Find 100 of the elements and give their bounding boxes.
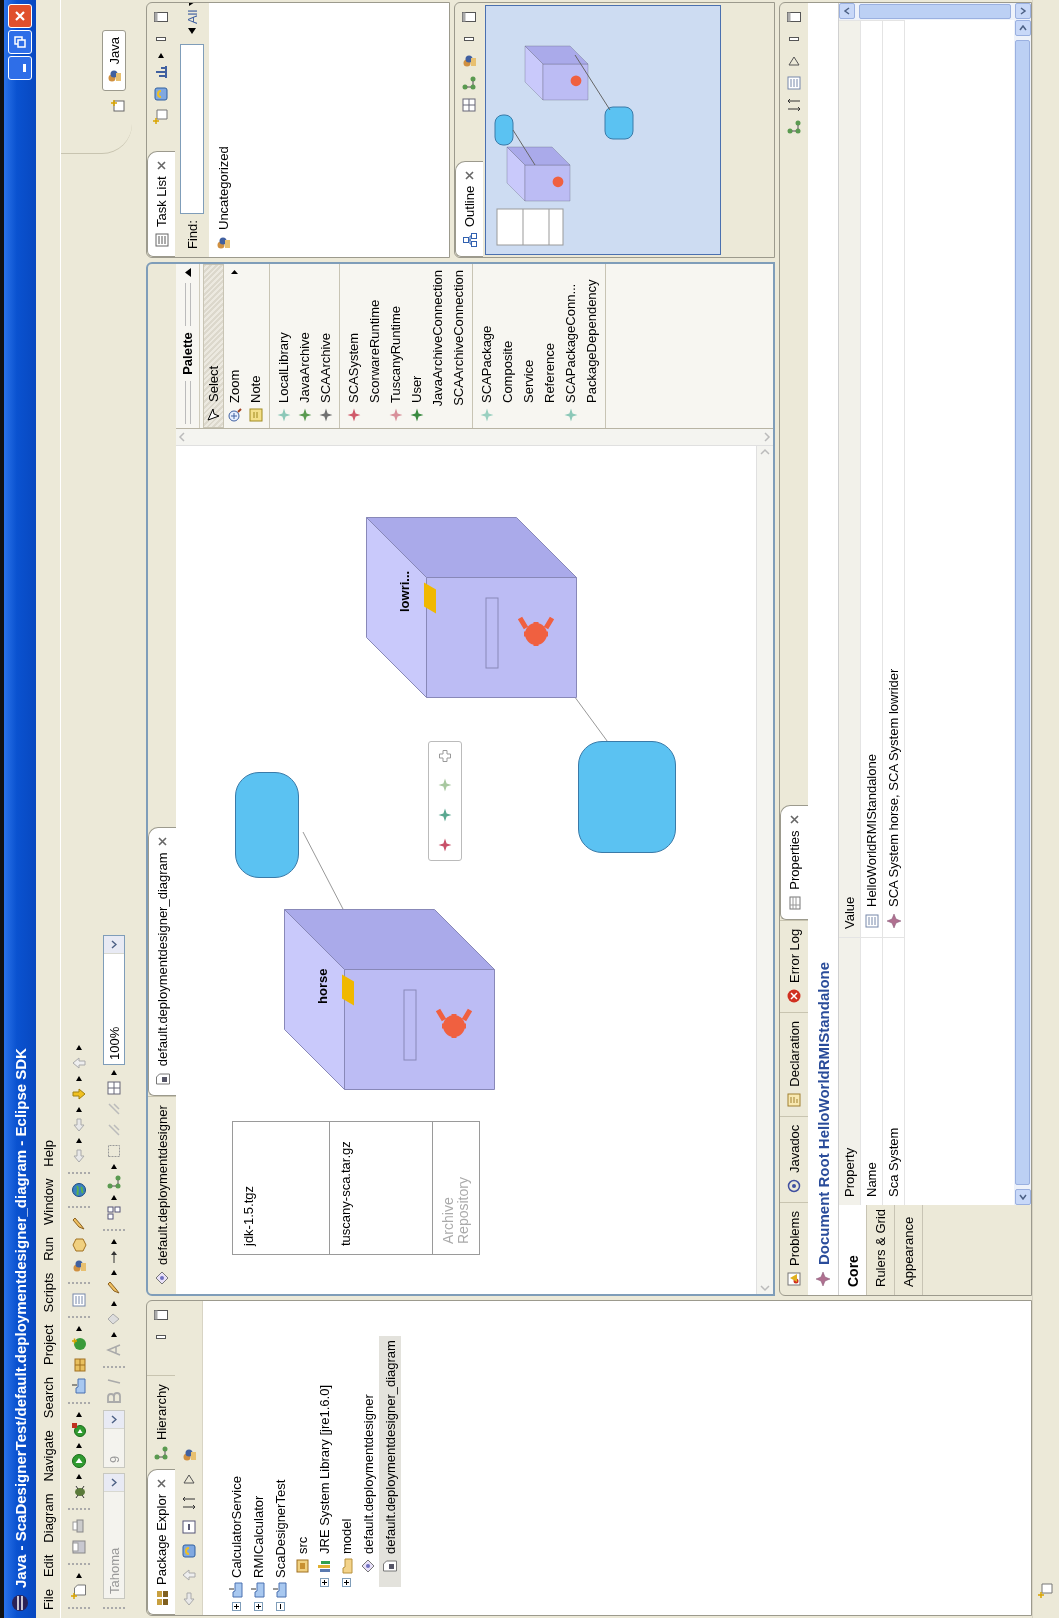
globe-icon[interactable] (70, 1182, 87, 1198)
filter-icon[interactable] (153, 64, 169, 80)
view-tab[interactable]: Task List (147, 151, 175, 257)
filter-dropdown[interactable]: All (182, 2, 202, 39)
column-header[interactable]: Value (839, 20, 861, 937)
caret-icon[interactable] (157, 53, 165, 58)
caret-icon[interactable] (74, 1412, 83, 1417)
restore-button[interactable] (8, 30, 32, 54)
tree-item[interactable]: default.deploymentdesigner (357, 1390, 379, 1587)
new-project-icon[interactable] (70, 1378, 87, 1394)
people-icon[interactable] (461, 53, 477, 69)
caret-icon[interactable] (110, 1332, 119, 1337)
caret-icon[interactable] (110, 1070, 119, 1075)
overview-icon[interactable] (461, 97, 477, 113)
tree-item[interactable]: src (291, 1532, 313, 1587)
caret-icon[interactable] (74, 1076, 83, 1081)
caret-icon[interactable] (74, 1443, 83, 1448)
palette-item[interactable]: ScorwareRuntime (364, 265, 385, 428)
line-color-icon[interactable] (106, 1280, 123, 1296)
palette-item[interactable]: Note (245, 265, 266, 428)
caret-icon[interactable] (74, 1107, 83, 1112)
section-tab[interactable]: Appearance (895, 1205, 923, 1291)
menu-item[interactable]: Diagram (38, 1487, 58, 1549)
tree-icon[interactable] (786, 119, 802, 135)
tree-item[interactable]: RMICalculator (247, 1491, 269, 1611)
caret-icon[interactable] (74, 1474, 83, 1479)
scrollbar-thumb[interactable] (859, 7, 1011, 19)
menu-item[interactable]: Run (38, 1230, 58, 1267)
expand-toggle-icon[interactable] (253, 1602, 263, 1611)
palette-item[interactable]: SCASystem (343, 265, 364, 428)
tree-item[interactable]: default.deploymentdesigner_diagram (379, 1336, 401, 1587)
rounded-node[interactable] (578, 741, 676, 853)
menu-item[interactable]: Scripts (38, 1266, 58, 1319)
palette-item[interactable]: User (406, 265, 427, 428)
close-icon[interactable] (156, 1477, 167, 1489)
menu-item[interactable]: Project (38, 1318, 58, 1371)
menu-item[interactable]: Search (38, 1371, 58, 1425)
maximize-view-icon[interactable] (786, 9, 802, 25)
palette-item[interactable]: Zoom (224, 265, 245, 428)
menu-item[interactable]: Edit (38, 1548, 58, 1584)
grid-icon[interactable] (106, 1080, 123, 1096)
palette-item[interactable]: PackageDependency (581, 265, 602, 428)
menu-item[interactable]: File (38, 1583, 58, 1616)
palette-item[interactable]: TuscanyRuntime (385, 265, 406, 428)
caret-icon[interactable] (110, 1164, 119, 1169)
view-tab[interactable]: Hierarchy (148, 1375, 175, 1469)
perspective-button[interactable]: Java (102, 30, 126, 92)
caret-icon[interactable] (74, 1045, 83, 1050)
external-tools-icon[interactable] (70, 1422, 87, 1438)
task-category[interactable]: Uncategorized (215, 146, 231, 251)
pencil-icon[interactable] (70, 1216, 87, 1232)
view-tab[interactable]: Properties (780, 805, 808, 920)
palette-item[interactable]: JavaArchive (294, 265, 315, 428)
palette-item[interactable]: Select (203, 265, 224, 428)
section-tab[interactable]: Rulers & Grid (867, 1205, 895, 1291)
expand-toggle-icon[interactable] (319, 1578, 329, 1587)
maximize-view-icon[interactable] (153, 1307, 169, 1323)
expand-toggle-icon[interactable] (231, 1602, 241, 1611)
expand-toggle-icon[interactable] (341, 1578, 351, 1587)
view-tab[interactable]: Outline (455, 160, 483, 257)
distribute-icon[interactable] (106, 1174, 123, 1190)
new-class-icon[interactable] (70, 1336, 87, 1352)
caret-icon[interactable] (110, 1239, 119, 1244)
palette-item[interactable]: Composite (497, 265, 518, 428)
collapse-all-icon[interactable] (180, 1519, 197, 1535)
palette-item[interactable]: JavaArchiveConnection (427, 265, 448, 428)
close-icon[interactable] (789, 814, 800, 826)
view-tab[interactable]: Package Explor (148, 1468, 175, 1615)
zoom-combo[interactable]: 100% (103, 935, 126, 1065)
palette-item[interactable]: SCAPackageConn... (560, 265, 581, 428)
tree-item[interactable]: CalculatorService (225, 1472, 247, 1611)
palette-item[interactable]: SCAPackage (476, 265, 497, 428)
tree-item[interactable]: model (335, 1514, 357, 1587)
sort-icon[interactable] (786, 97, 802, 113)
arrange-icon[interactable] (106, 1205, 123, 1221)
palette-item[interactable]: Service (518, 265, 539, 428)
font-color-icon[interactable] (106, 1342, 123, 1358)
caret-icon[interactable] (74, 1326, 83, 1331)
menu-item[interactable]: Help (38, 1133, 58, 1173)
close-icon[interactable] (156, 160, 167, 172)
palette-item[interactable]: LocalLibrary (273, 265, 294, 428)
caret-icon[interactable] (74, 1573, 83, 1578)
column-header[interactable]: Property (839, 937, 861, 1205)
maximize-view-icon[interactable] (153, 9, 169, 25)
collapse-toggle-icon[interactable] (275, 1602, 285, 1611)
palette-item[interactable]: SCAArchive (315, 265, 336, 428)
close-icon[interactable] (157, 836, 168, 848)
tree-item[interactable]: JRE System Library [jre1.6.0] (313, 1380, 335, 1587)
tree-icon[interactable] (461, 75, 477, 91)
minimize-button[interactable] (8, 56, 32, 80)
close-button[interactable] (8, 4, 32, 28)
palette-item[interactable]: SCAArchiveConnection (448, 265, 469, 428)
caret-icon[interactable] (110, 1195, 119, 1200)
palette-item[interactable]: Reference (539, 265, 560, 428)
caret-icon[interactable] (74, 1138, 83, 1143)
caret-icon[interactable] (110, 1270, 119, 1275)
menu-item[interactable]: Window (38, 1172, 58, 1231)
new-file-icon[interactable] (70, 1583, 87, 1599)
tree-item[interactable]: ScaDesignerTest (269, 1475, 291, 1611)
maximize-view-icon[interactable] (461, 9, 477, 25)
